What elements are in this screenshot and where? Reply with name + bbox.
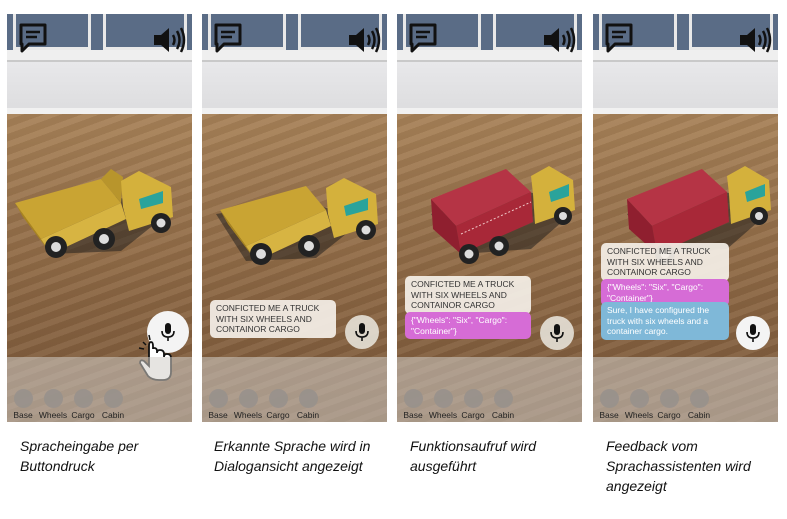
cabin-icon [298,389,318,408]
chat-bubble-icon[interactable] [407,22,439,54]
base-icon [13,389,33,408]
screen-recognized-speech: CONFICTED ME A TRUCK WITH SIX WHEELS AND… [202,14,387,422]
menu-item-base[interactable]: Base [599,389,619,420]
dialog-user-utterance: CONFICTED ME A TRUCK WITH SIX WHEELS AND… [210,300,336,338]
menu-item-wheels[interactable]: Wheels [39,389,67,420]
menu-item-cabin[interactable]: Cabin [102,389,124,420]
speaker-icon[interactable] [542,26,576,54]
component-menu: Base Wheels Cargo Cabin [593,357,778,422]
menu-item-cargo[interactable]: Cargo [266,389,290,420]
screen-voice-input: Base Wheels Cargo Cabin [7,14,192,422]
wheels-icon [238,389,258,408]
menu-item-cabin[interactable]: Cabin [688,389,710,420]
cargo-icon [463,389,483,408]
wheels-icon [43,389,63,408]
speaker-icon[interactable] [347,26,381,54]
microphone-icon [355,323,369,341]
chat-bubble-icon[interactable] [603,22,635,54]
microphone-icon [550,324,564,342]
screen-assistant-feedback: CONFICTED ME A TRUCK WITH SIX WHEELS AND… [593,14,778,422]
menu-item-cabin[interactable]: Cabin [492,389,514,420]
menu-item-cabin[interactable]: Cabin [297,389,319,420]
cargo-icon [268,389,288,408]
menu-item-cargo[interactable]: Cargo [71,389,95,420]
microphone-icon [746,324,760,342]
menu-item-base[interactable]: Base [208,389,228,420]
base-icon [403,389,423,408]
caption-step-2: Erkannte Sprache wird in Dialogansicht a… [214,438,371,474]
chat-bubble-icon[interactable] [212,22,244,54]
truck-model-dump[interactable] [11,159,187,277]
screen-function-call: CONFICTED ME A TRUCK WITH SIX WHEELS AND… [397,14,582,422]
component-menu: Base Wheels Cargo Cabin [7,357,192,422]
base-icon [208,389,228,408]
truck-model-dump[interactable] [206,166,382,284]
chat-bubble-icon[interactable] [17,22,49,54]
speaker-icon[interactable] [152,26,186,54]
microphone-button[interactable] [736,316,770,350]
menu-item-wheels[interactable]: Wheels [429,389,457,420]
cargo-icon [73,389,93,408]
dialog-user-utterance: CONFICTED ME A TRUCK WITH SIX WHEELS AND… [601,243,729,281]
dialog-function-call: {"Wheels": "Six", "Cargo": "Container"} [405,312,531,339]
menu-item-cargo[interactable]: Cargo [657,389,681,420]
component-menu: Base Wheels Cargo Cabin [202,357,387,422]
dialog-user-utterance: CONFICTED ME A TRUCK WITH SIX WHEELS AND… [405,276,531,314]
base-icon [599,389,619,408]
menu-item-wheels[interactable]: Wheels [625,389,653,420]
microphone-button[interactable] [540,316,574,350]
dialog-assistant-reply: Sure, I have configured the truck with s… [601,302,729,340]
truck-model-container[interactable] [401,154,577,272]
menu-item-wheels[interactable]: Wheels [234,389,262,420]
cabin-icon [689,389,709,408]
speaker-icon[interactable] [738,26,772,54]
caption-step-3: Funktionsaufruf wird ausgeführt [410,438,537,474]
wheels-icon [629,389,649,408]
caption-step-1: Spracheingabe per Buttondruck [20,438,139,474]
menu-item-base[interactable]: Base [403,389,423,420]
component-menu: Base Wheels Cargo Cabin [397,357,582,422]
caption-step-4: Feedback vom Sprachassistenten wird ange… [606,438,751,494]
cargo-icon [659,389,679,408]
cabin-icon [493,389,513,408]
cabin-icon [103,389,123,408]
menu-item-cargo[interactable]: Cargo [461,389,485,420]
wheels-icon [433,389,453,408]
microphone-button[interactable] [345,315,379,349]
menu-item-base[interactable]: Base [13,389,33,420]
